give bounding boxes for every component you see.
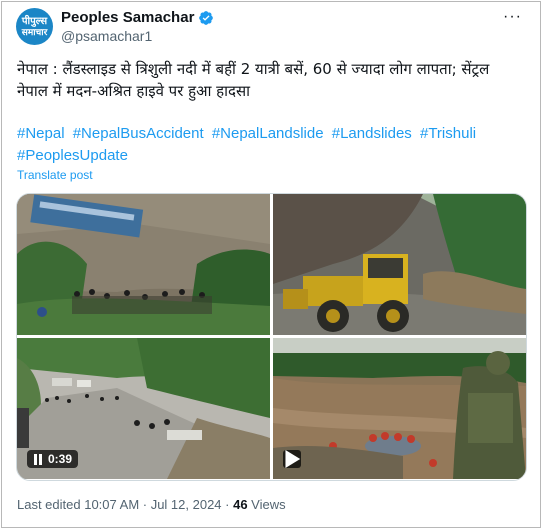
account-handle[interactable]: @psamachar1 (61, 28, 152, 44)
pause-icon (34, 453, 42, 465)
views-label: Views (247, 497, 286, 512)
translate-post-link[interactable]: Translate post (17, 168, 93, 182)
video-duration-badge[interactable]: 0:39 (27, 450, 79, 468)
avatar[interactable]: पीपुल्स समाचार (16, 8, 53, 45)
post-timestamp-row: Last edited 10:07 AM · Jul 12, 2024 · 46… (17, 497, 286, 512)
hashtag-list: #Nepal #NepalBusAccident #NepalLandslide… (17, 123, 522, 167)
account-name-row[interactable]: Peoples Samachar (61, 9, 214, 26)
avatar-line1: पीपुल्स (21, 16, 48, 27)
tweet-card: पीपुल्स समाचार Peoples Samachar @psamach… (1, 1, 541, 528)
play-icon[interactable] (283, 450, 301, 468)
more-options-icon[interactable]: ··· (503, 8, 522, 26)
avatar-line2: समाचार (21, 27, 48, 37)
views-count: 46 (233, 497, 248, 512)
account-name[interactable]: Peoples Samachar (61, 9, 194, 26)
media-video-river-rescue[interactable] (273, 338, 526, 479)
hashtag-link[interactable]: #Landslides (332, 125, 412, 142)
video-duration: 0:39 (48, 452, 73, 466)
media-grid: 0:39 (16, 193, 527, 481)
hashtag-link[interactable]: #Trishuli (420, 125, 476, 142)
hashtag-link[interactable]: #Nepal (17, 125, 65, 142)
media-photo-river-bus[interactable] (17, 194, 270, 335)
hashtag-link[interactable]: #PeoplesUpdate (17, 147, 128, 164)
hashtag-link[interactable]: #NepalLandslide (212, 125, 324, 142)
edited-timestamp[interactable]: Last edited 10:07 AM · Jul 12, 2024 · (17, 497, 233, 512)
tweet-text: नेपाल : लैंडस्लाइड से त्रिशुली नदी में ब… (17, 60, 490, 100)
verified-badge-icon (198, 10, 214, 26)
media-video-road[interactable]: 0:39 (17, 338, 270, 479)
media-photo-excavator[interactable] (273, 194, 526, 335)
hashtag-link[interactable]: #NepalBusAccident (73, 125, 204, 142)
